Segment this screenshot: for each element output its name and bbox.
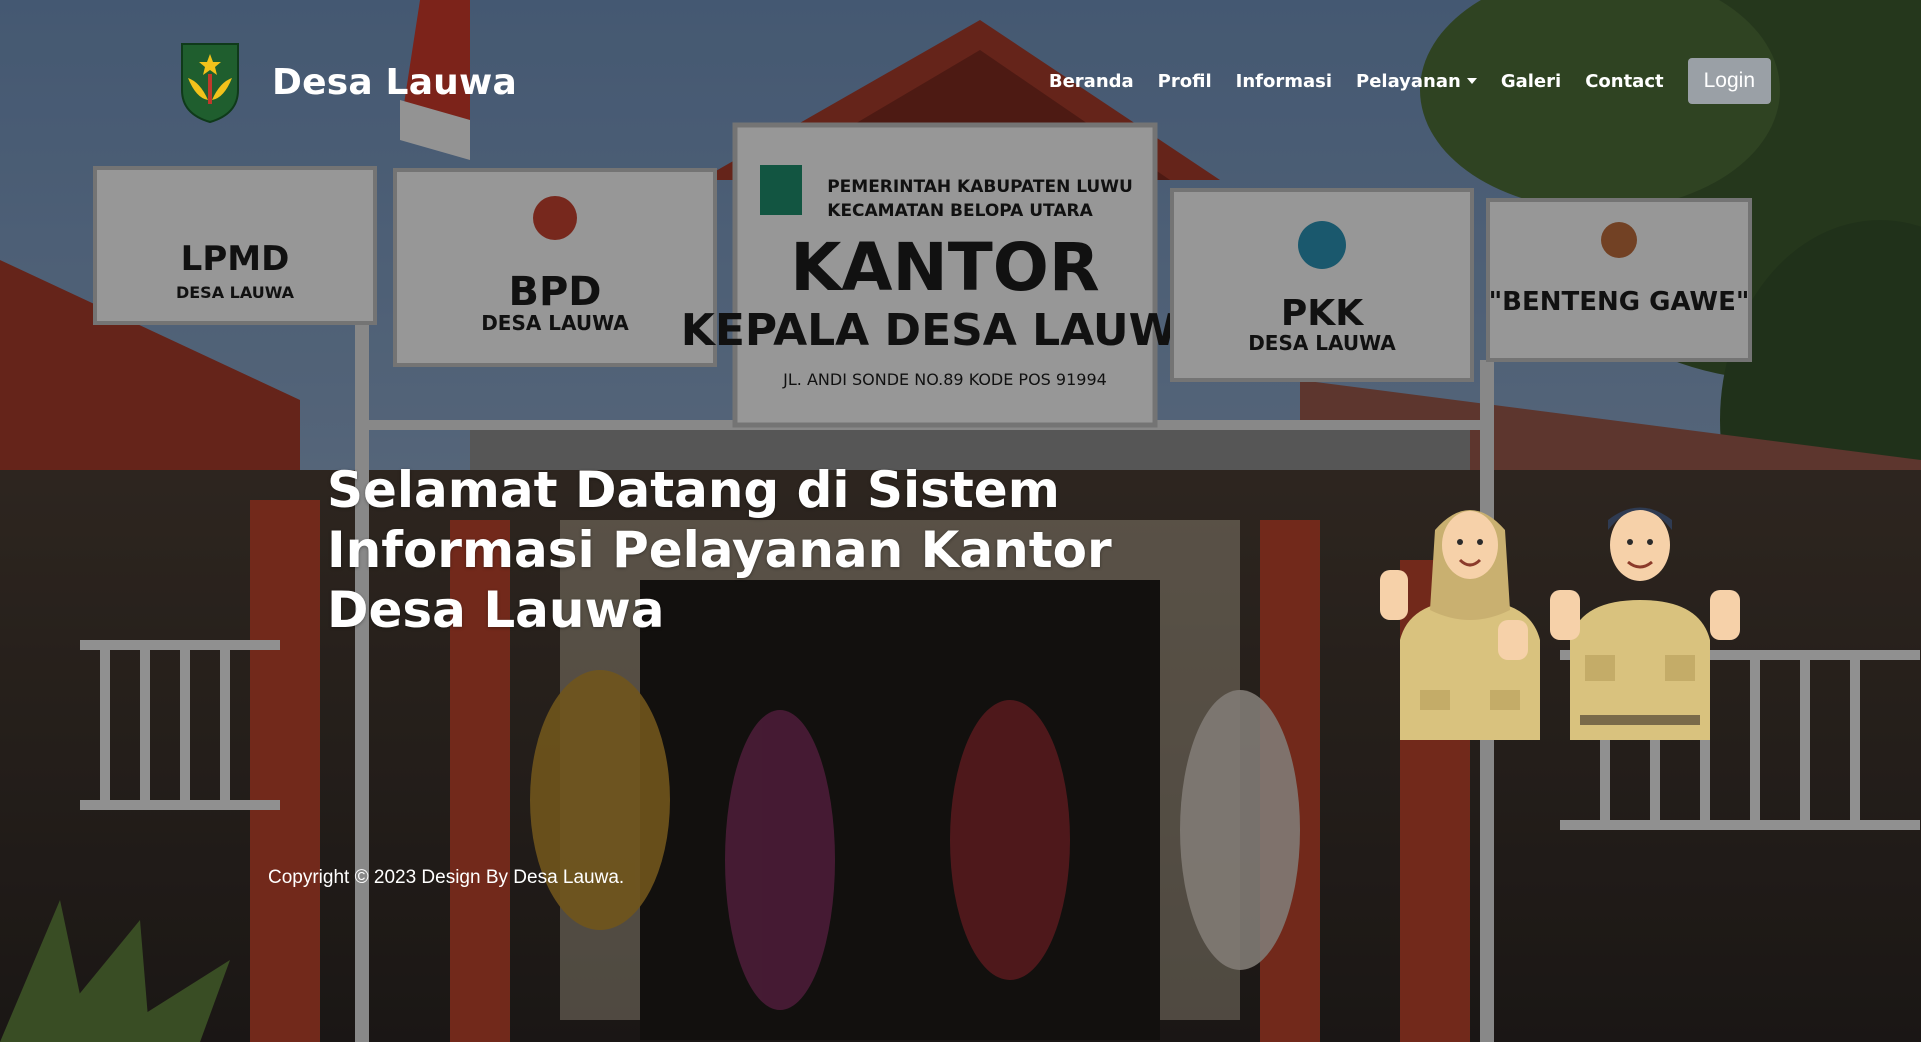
nav-pelayanan-label: Pelayanan (1356, 70, 1461, 92)
caret-down-icon (1466, 78, 1477, 84)
brand-link[interactable]: Desa Lauwa (178, 40, 517, 124)
login-button[interactable]: Login (1687, 58, 1771, 104)
desa-emblem-icon (181, 43, 239, 124)
village-staff-illustration (1380, 507, 1740, 740)
nav-pelayanan-dropdown[interactable]: Pelayanan (1344, 71, 1489, 92)
brand-name: Desa Lauwa (272, 61, 517, 103)
nav-contact[interactable]: Contact (1573, 71, 1675, 92)
navbar: Desa Lauwa Beranda Profil Informasi Pela… (0, 0, 1921, 160)
nav-beranda[interactable]: Beranda (1037, 71, 1146, 92)
nav-galeri[interactable]: Galeri (1489, 71, 1573, 92)
main-nav: Beranda Profil Informasi Pelayanan Galer… (1037, 58, 1771, 104)
nav-informasi[interactable]: Informasi (1224, 71, 1344, 92)
nav-profil[interactable]: Profil (1146, 71, 1224, 92)
copyright-text: Copyright © 2023 Design By Desa Lauwa. (268, 867, 625, 888)
hero-title: Selamat Datang di Sistem Informasi Pelay… (327, 461, 1112, 639)
page: LPMD DESA LAUWA BPD DESA LAUWA PEMERINTA… (0, 0, 1921, 1042)
